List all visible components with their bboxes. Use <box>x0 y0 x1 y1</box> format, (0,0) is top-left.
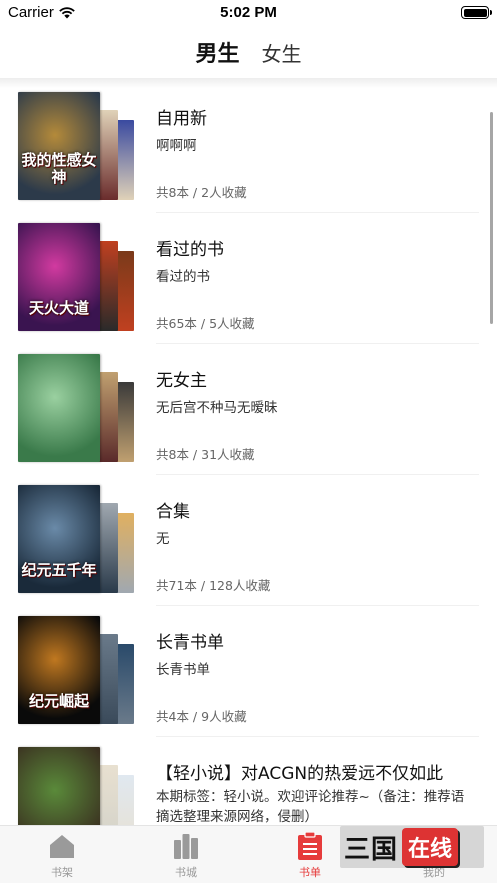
booklist-title: 看过的书 <box>156 240 224 260</box>
book-cover-middle <box>98 503 118 593</box>
booklist-title: 【轻小说】对ACGN的热爱远不仅如此 <box>156 764 444 784</box>
cover-stack: 天火大道 <box>18 223 134 331</box>
bookstore-icon <box>174 834 198 859</box>
booklist-meta: 共8本 / 31人收藏 <box>156 447 255 462</box>
booklist-title: 长青书单 <box>156 633 224 653</box>
cover-stack: 我的性感女神 <box>18 92 134 200</box>
booklist-meta: 共4本 / 9人收藏 <box>156 709 247 724</box>
book-cover-front: 天火大道 <box>18 223 100 331</box>
book-cover-back <box>116 251 134 331</box>
book-cover-back <box>116 775 134 825</box>
divider <box>156 605 479 606</box>
book-cover-front <box>18 354 100 462</box>
booklist-title: 自用新 <box>156 109 207 129</box>
booklist-item[interactable]: 我的性感女神 自用新啊啊啊共8本 / 2人收藏 <box>0 90 497 221</box>
booklist-item[interactable]: 天火大道 看过的书 看过的书 共65本 / 5人收藏 <box>0 221 497 352</box>
booklist-item[interactable]: 纪元五千年 合集无共71本 / 128人收藏 <box>0 483 497 614</box>
tabbar-label: 书城 <box>175 866 197 879</box>
book-cover-back <box>116 644 134 724</box>
cover-title: 我的性感女神 <box>21 151 97 186</box>
booklist-description: 无后宫不种马无暧昧 <box>156 400 278 416</box>
cover-stack <box>18 354 134 462</box>
booklist-meta: 共8本 / 2人收藏 <box>156 185 247 200</box>
divider <box>156 474 479 475</box>
book-cover-middle <box>98 110 118 200</box>
tab-female[interactable]: 女生 <box>262 38 302 67</box>
divider <box>156 736 479 737</box>
cover-stack: 纪元五千年 <box>18 485 134 593</box>
booklist-item[interactable]: 无女主无后宫不种马无暧昧 共8本 / 31人收藏 <box>0 352 497 483</box>
booklist-description: 无 <box>156 531 170 547</box>
bookshelf-icon <box>50 835 74 858</box>
tabbar-bookshelf[interactable]: 书架 <box>0 832 124 880</box>
cover-title: 纪元五千年 <box>21 561 97 579</box>
tabbar-label: 书架 <box>51 866 73 879</box>
booklist-item[interactable]: 纪元崛起 长青书单 长青书单 共4本 / 9人收藏 <box>0 614 497 745</box>
booklist-meta: 共71本 / 128人收藏 <box>156 578 271 593</box>
cover-title: 天火大道 <box>28 299 89 317</box>
booklist-description: 本期标签：轻小说。欢迎评论推荐~（备注：推荐语摘选整理来源网络，侵删） <box>156 789 465 825</box>
battery-icon <box>461 6 492 19</box>
status-time: 5:02 PM <box>220 4 277 21</box>
book-cover-front: 我的性感女神 <box>18 92 100 200</box>
booklist-title: 无女主 <box>156 371 207 391</box>
book-cover-back <box>116 120 134 200</box>
watermark-text-b: 在线 <box>402 828 459 866</box>
watermark-text-a: 三国 <box>344 834 399 865</box>
watermark-logo: 三国 在线 <box>340 826 484 868</box>
booklist-list[interactable]: 我的性感女神 自用新 啊啊啊 共8本 / 2人收藏 天火大道 看过的书 看过的书 共65本 /… <box>0 88 497 825</box>
booklist-meta: 共65本 / 5人收藏 <box>156 316 255 331</box>
divider <box>156 343 479 344</box>
booklist-description: 看过的书 <box>156 269 210 285</box>
tabbar-bookstore[interactable]: 书城 <box>124 832 248 880</box>
tab-male[interactable]: 男生 <box>195 36 239 68</box>
booklist-icon <box>298 832 322 860</box>
booklist-description: 长青书单 <box>156 662 210 678</box>
book-cover-front: 纪元五千年 <box>18 485 100 593</box>
gender-tabs: 男生 女生 <box>0 26 497 78</box>
booklist-description: 啊啊啊 <box>156 138 197 154</box>
scrollbar[interactable] <box>490 112 493 324</box>
booklist-item[interactable]: 【轻小说】对ACGN的热爱远不仅如此本期标签：轻小说。欢迎评论推荐~（备注：推荐… <box>0 745 497 825</box>
book-cover-back <box>116 513 134 593</box>
cover-stack: 纪元崛起 <box>18 616 134 724</box>
divider <box>156 212 479 213</box>
booklist-title: 合集 <box>156 502 190 522</box>
book-cover-back <box>116 382 134 462</box>
book-cover-middle <box>98 241 118 331</box>
cover-stack <box>18 747 134 825</box>
book-cover-middle <box>98 634 118 724</box>
book-cover-front <box>18 747 100 825</box>
book-cover-front: 纪元崛起 <box>18 616 100 724</box>
header-shadow <box>0 78 497 88</box>
status-bar: Carrier 5:02 PM <box>0 0 497 26</box>
book-cover-middle <box>98 372 118 462</box>
cover-title: 纪元崛起 <box>28 692 89 710</box>
book-cover-middle <box>98 765 118 825</box>
